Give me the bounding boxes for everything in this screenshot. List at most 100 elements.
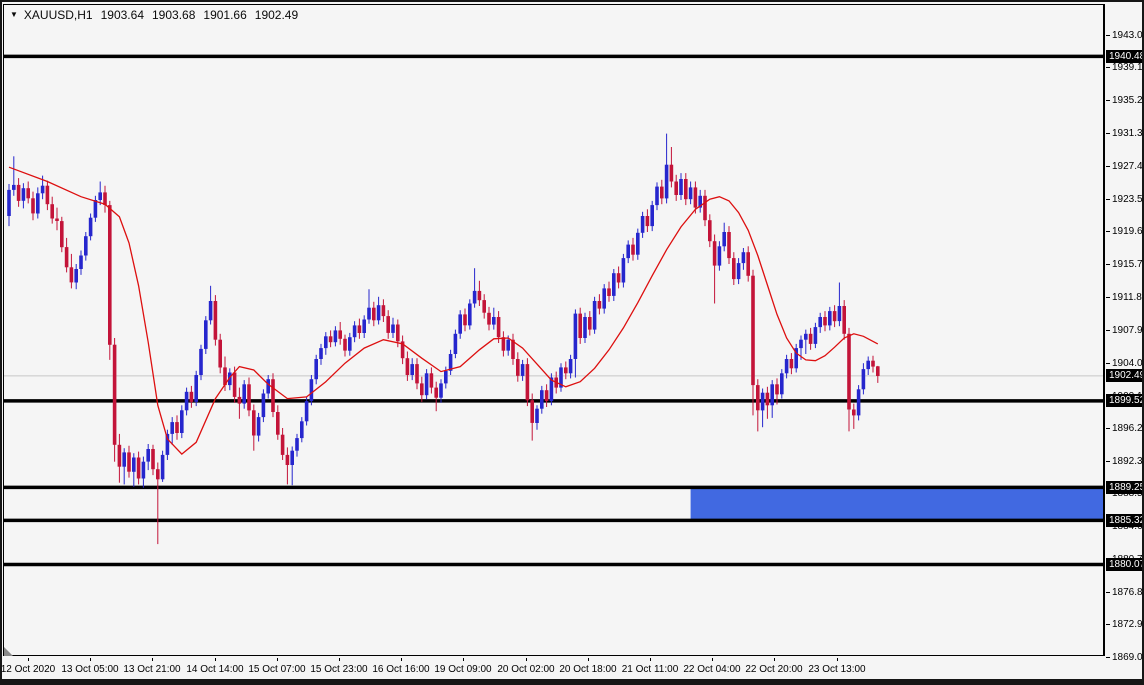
candle-body <box>381 305 386 317</box>
candle-body <box>784 359 789 374</box>
candle-body <box>362 319 366 333</box>
candle-body <box>727 232 731 259</box>
candle-body <box>199 348 203 375</box>
candle-body <box>357 325 362 333</box>
time-tick-mark <box>774 658 775 661</box>
candle-body <box>679 179 683 195</box>
candle-body <box>69 267 74 283</box>
price-tick-mark <box>1106 230 1110 232</box>
price-tick-mark <box>1106 165 1110 167</box>
candle-body <box>290 450 294 465</box>
candle-body <box>127 452 131 472</box>
candle-body <box>372 307 376 321</box>
price-tick-label: 1892.30 <box>1106 455 1142 468</box>
candle-body <box>98 192 102 200</box>
price-tick-label: 1915.70 <box>1106 258 1142 271</box>
candle-body <box>756 385 760 411</box>
candle-body <box>36 193 40 214</box>
candle-body <box>141 461 146 479</box>
candle-body <box>420 383 424 396</box>
candle-body <box>492 317 496 325</box>
price-tick-mark <box>1106 427 1110 429</box>
candle-body <box>501 337 506 351</box>
price-tick-mark <box>1106 99 1110 101</box>
candle-body <box>496 317 501 338</box>
candle-body <box>520 364 525 376</box>
candle-body <box>828 311 832 326</box>
candle-body <box>50 204 54 219</box>
candle-body <box>232 372 237 397</box>
candle-body <box>184 391 189 411</box>
candle-body <box>852 409 856 416</box>
candle-body <box>453 333 458 354</box>
candle-body <box>136 457 141 479</box>
candle-body <box>84 236 88 256</box>
price-axis[interactable]: 1943.001939.101935.201931.301927.401923.… <box>1106 4 1142 663</box>
zone-rectangle[interactable] <box>690 487 1105 521</box>
candle-body <box>79 255 83 269</box>
price-tick-mark <box>1106 34 1110 36</box>
candle-body <box>285 454 290 465</box>
candle-body <box>391 324 395 333</box>
candle-body <box>631 244 635 255</box>
candle-body <box>674 181 678 195</box>
price-level-badge: 1885.32 <box>1106 514 1142 527</box>
candle-body <box>535 408 539 423</box>
candle-body <box>583 317 587 338</box>
candle-body <box>684 179 688 200</box>
time-tick-mark <box>712 658 713 661</box>
candle-body <box>31 198 35 214</box>
candle-body <box>175 422 179 433</box>
candle-body <box>573 313 578 359</box>
candle-body <box>722 232 726 247</box>
candle-body <box>477 290 482 301</box>
candle-body <box>712 241 717 266</box>
candle-body <box>55 218 59 221</box>
chart-plot-area[interactable] <box>3 4 1105 656</box>
candle-body <box>146 449 150 462</box>
candle-body <box>256 417 261 436</box>
candle-body <box>760 392 765 411</box>
symbol-period-label: XAUUSD,H1 <box>23 8 93 22</box>
candle-body <box>405 358 410 375</box>
candle-body <box>132 457 136 472</box>
candle-body <box>832 311 837 322</box>
candle-body <box>439 383 443 398</box>
time-tick-mark <box>277 658 278 661</box>
time-tick-mark <box>28 658 29 661</box>
candle-body <box>808 333 813 344</box>
candle-body <box>396 324 400 342</box>
candle-body <box>21 188 26 201</box>
candle-body <box>410 364 414 375</box>
candle-body <box>333 330 338 343</box>
candle-body <box>861 369 866 390</box>
time-axis[interactable]: 12 Oct 2020 13 Oct 05:00 13 Oct 21:00 14 Oc… <box>2 658 1106 679</box>
price-tick-label: 1943.00 <box>1106 29 1142 42</box>
candle-body <box>732 258 736 280</box>
chart-title: ▼ XAUUSD,H1 1903.64 1903.68 1901.66 1902… <box>10 8 298 22</box>
candle-body <box>621 258 626 283</box>
candle-body <box>424 373 429 396</box>
time-tick-mark <box>152 658 153 661</box>
candle-body <box>708 220 712 242</box>
candle-body <box>376 305 381 321</box>
candle-body <box>242 384 246 404</box>
candle-body <box>655 186 659 206</box>
candle-body <box>688 187 693 200</box>
candle-body <box>818 317 822 328</box>
symbol-dropdown-triangle-icon[interactable]: ▼ <box>10 10 18 19</box>
candle-body <box>568 359 573 374</box>
candle-body <box>717 246 722 266</box>
candle-body <box>664 164 669 199</box>
candle-body <box>823 317 827 326</box>
price-tick-label: 1919.60 <box>1106 225 1142 238</box>
time-tick-mark <box>339 658 340 661</box>
price-tick-mark <box>1106 296 1110 298</box>
candle-body <box>300 421 304 439</box>
candle-body <box>703 195 707 221</box>
candle-body <box>40 185 45 194</box>
candle-body <box>117 444 122 467</box>
candle-body <box>626 244 630 259</box>
candle-body <box>338 330 342 339</box>
candle-body <box>813 327 818 344</box>
